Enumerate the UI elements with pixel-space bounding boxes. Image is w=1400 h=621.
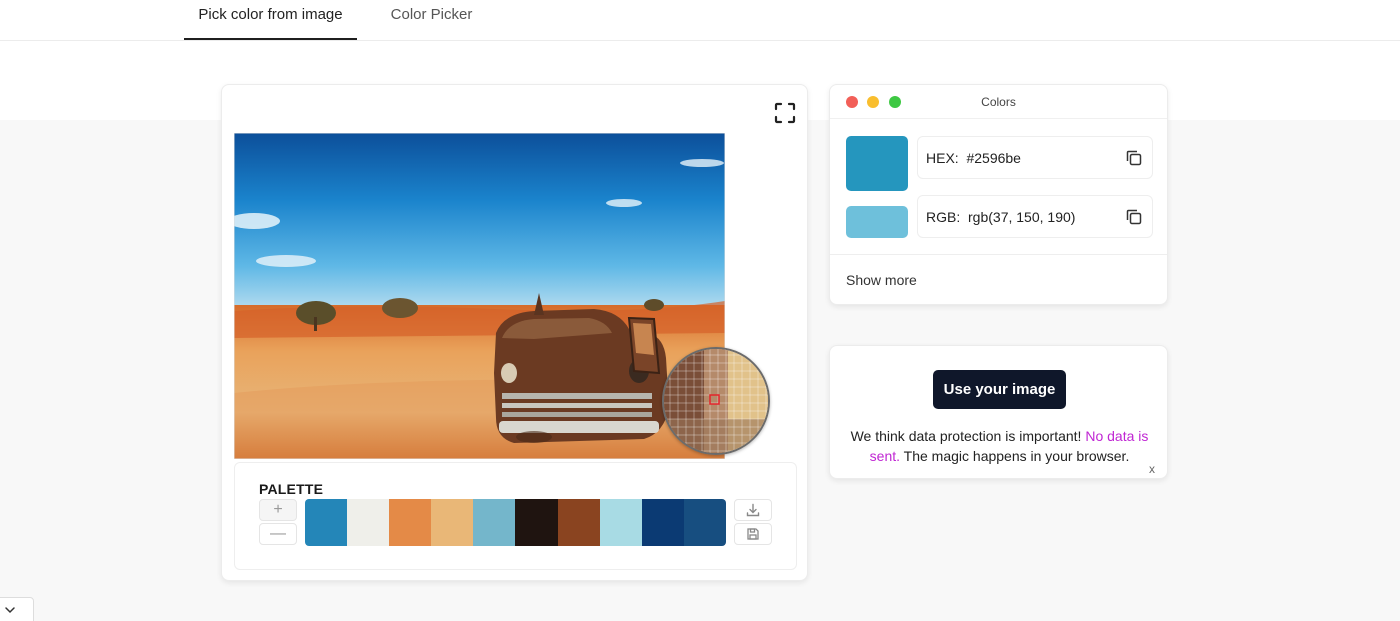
rgb-value-box: RGB: rgb(37, 150, 190)	[917, 195, 1153, 238]
hex-label: HEX:	[926, 150, 959, 166]
divider	[830, 254, 1167, 255]
privacy-note: We think data protection is important! N…	[844, 426, 1155, 466]
save-icon[interactable]	[734, 523, 772, 545]
privacy-text: We think data protection is important!	[850, 428, 1082, 444]
secondary-color-swatch	[846, 206, 908, 238]
palette-swatch[interactable]	[599, 499, 642, 546]
palette-swatch[interactable]	[347, 499, 390, 546]
source-image[interactable]	[234, 133, 725, 459]
close-button[interactable]: x	[1149, 462, 1155, 476]
image-card: PALETTE + —	[221, 84, 808, 581]
palette-swatch[interactable]	[641, 499, 684, 546]
tab-color-picker[interactable]: Color Picker	[374, 0, 489, 40]
tab-bar: Pick color from image Color Picker	[0, 0, 1400, 41]
collapse-toggle[interactable]	[0, 597, 34, 621]
palette-swatches	[305, 499, 726, 546]
colors-window-header: Colors	[830, 85, 1167, 119]
selected-color-swatch	[846, 136, 908, 191]
download-icon[interactable]	[734, 499, 772, 521]
fullscreen-icon[interactable]	[773, 101, 797, 125]
show-more-link[interactable]: Show more	[846, 272, 917, 288]
remove-color-button[interactable]: —	[259, 523, 297, 545]
hex-value: #2596be	[966, 150, 1021, 166]
palette-swatch[interactable]	[389, 499, 432, 546]
colors-panel: Colors HEX: #2596be RGB: rgb(37, 150, 19…	[829, 84, 1168, 305]
palette-title: PALETTE	[259, 481, 324, 497]
rgb-value-text: RGB: rgb(37, 150, 190)	[926, 209, 1075, 225]
rgb-value: rgb(37, 150, 190)	[968, 209, 1076, 225]
upload-panel: Use your image We think data protection …	[829, 345, 1168, 479]
palette-swatch[interactable]	[515, 499, 558, 546]
palette-swatch[interactable]	[683, 499, 726, 546]
rgb-label: RGB:	[926, 209, 961, 225]
magnifier-loupe	[662, 347, 770, 455]
tab-pick-from-image[interactable]: Pick color from image	[184, 0, 357, 40]
palette-swatch[interactable]	[305, 499, 348, 546]
use-your-image-button[interactable]: Use your image	[933, 370, 1066, 409]
privacy-text-end: The magic happens in your browser.	[903, 448, 1130, 464]
copy-icon[interactable]	[1124, 207, 1144, 227]
palette-panel: PALETTE + —	[234, 462, 797, 570]
palette-swatch[interactable]	[557, 499, 600, 546]
colors-title: Colors	[981, 95, 1016, 109]
hex-value-text: HEX: #2596be	[926, 150, 1021, 166]
palette-swatch[interactable]	[473, 499, 516, 546]
copy-icon[interactable]	[1124, 148, 1144, 168]
hex-value-box: HEX: #2596be	[917, 136, 1153, 179]
chevron-down-icon	[5, 607, 15, 614]
add-color-button[interactable]: +	[259, 499, 297, 521]
palette-swatch[interactable]	[431, 499, 474, 546]
